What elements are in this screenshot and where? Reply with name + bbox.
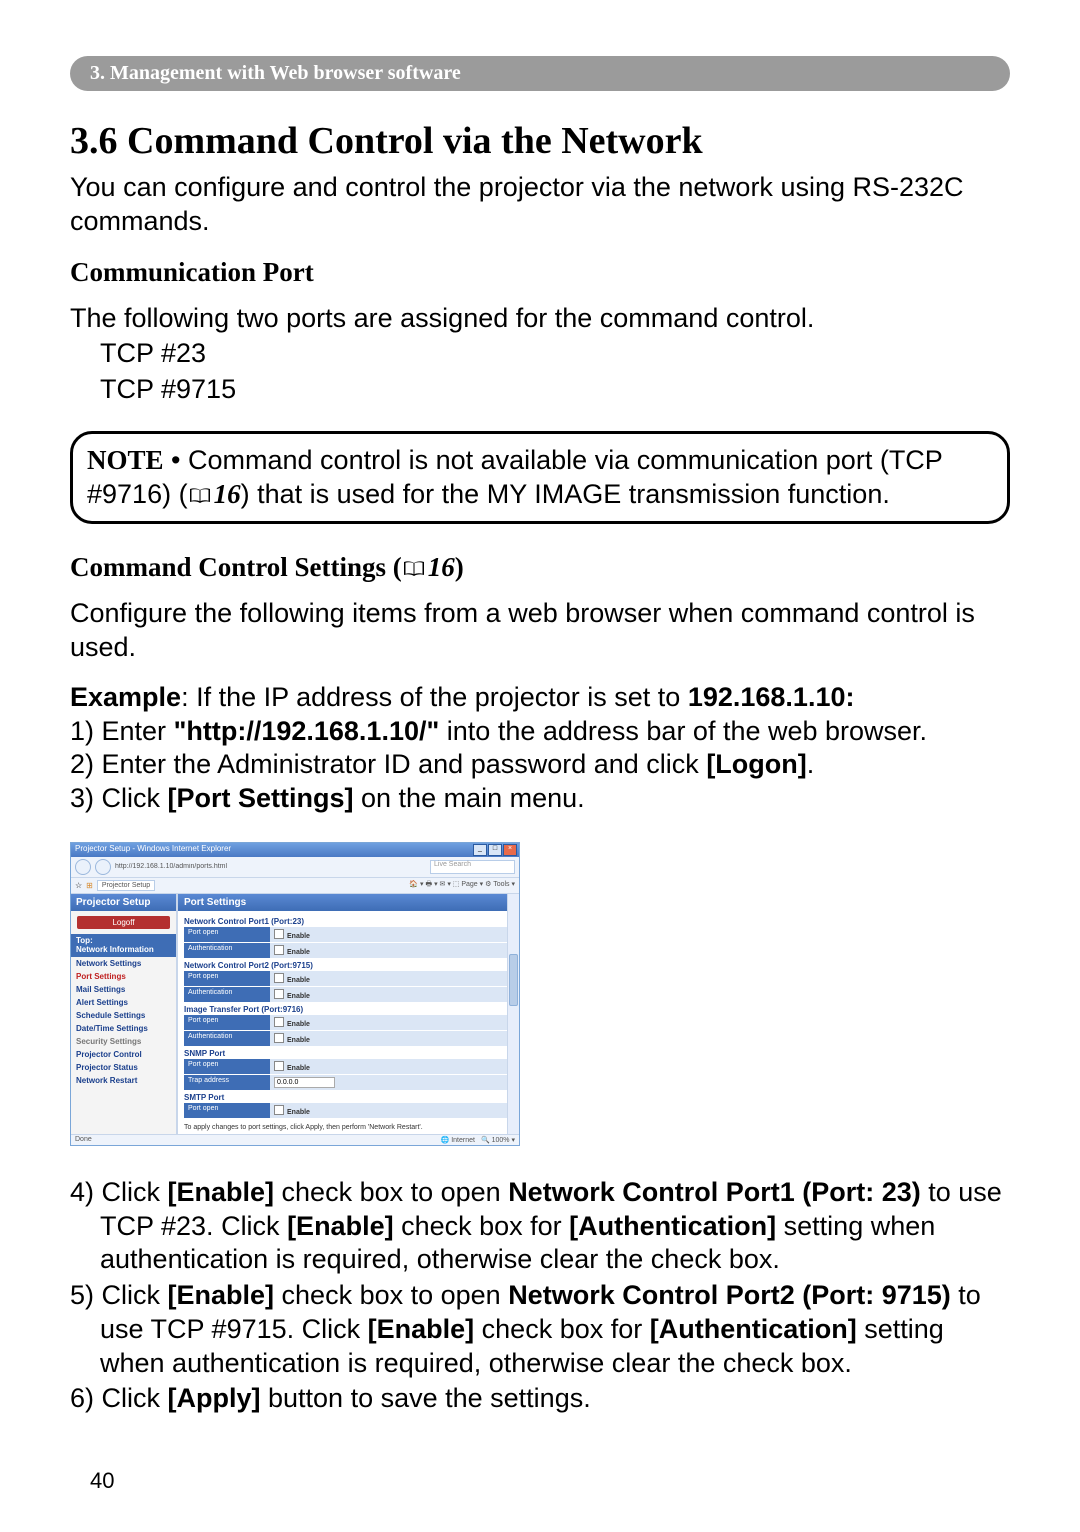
snmp-trap-address-input[interactable]: [274, 1077, 335, 1088]
nc2-port-open-row: Port openEnable: [184, 971, 513, 986]
section-title: 3.6 Command Control via the Network: [70, 119, 1010, 163]
section-smtp-heading: SMTP Port: [184, 1093, 513, 1102]
step-2: 2) Enter the Administrator ID and passwo…: [70, 748, 1010, 782]
forward-button[interactable]: [95, 859, 111, 875]
toolbar-right[interactable]: 🏠 ▾ 🖶 ▾ ✉ ▾ ⬚ Page ▾ ⚙ Tools ▾: [409, 880, 515, 891]
sidebar-link-alert-settings[interactable]: Alert Settings: [71, 996, 176, 1009]
status-zoom[interactable]: 🔍 100% ▾: [481, 1136, 515, 1144]
back-button[interactable]: [75, 859, 91, 875]
nc1-auth-row: AuthenticationEnable: [184, 943, 513, 958]
intro-text: You can configure and control the projec…: [70, 171, 1010, 239]
step-1: 1) Enter "http://192.168.1.10/" into the…: [70, 715, 1010, 749]
example-text: : If the IP address of the projector is …: [181, 682, 688, 712]
sidebar-link-mail-settings[interactable]: Mail Settings: [71, 983, 176, 996]
sidebar-link-security-settings[interactable]: Security Settings: [71, 1035, 176, 1048]
sidebar-link-projector-status[interactable]: Projector Status: [71, 1061, 176, 1074]
window-title-text: Projector Setup - Windows Internet Explo…: [75, 844, 231, 853]
command-settings-ref: 16: [428, 552, 455, 582]
note-page-ref: 16: [214, 479, 241, 509]
apply-hint: To apply changes to port settings, click…: [178, 1122, 519, 1133]
command-settings-intro: Configure the following items from a web…: [70, 597, 1010, 665]
nc2-auth-row: AuthenticationEnable: [184, 987, 513, 1002]
feeds-icon[interactable]: ⊞: [86, 881, 93, 890]
favorites-icon[interactable]: ☆: [75, 881, 82, 890]
sidebar-link-datetime-settings[interactable]: Date/Time Settings: [71, 1022, 176, 1035]
nc2-auth-checkbox[interactable]: [274, 989, 284, 999]
communication-port-text: The following two ports are assigned for…: [70, 302, 1010, 336]
example-line: Example: If the IP address of the projec…: [70, 681, 1010, 715]
port-settings-screenshot: Projector Setup - Windows Internet Explo…: [70, 842, 1010, 1146]
window-title-bar: Projector Setup - Windows Internet Explo…: [71, 843, 519, 857]
section-nc2-heading: Network Control Port2 (Port:9715): [184, 961, 513, 970]
sidebar-link-port-settings[interactable]: Port Settings: [71, 970, 176, 983]
snmp-trap-row: Trap address: [184, 1075, 513, 1090]
browser-tab[interactable]: Projector Setup: [97, 880, 155, 891]
main-panel: Port Settings Network Control Port1 (Por…: [176, 894, 519, 1134]
book-icon: [402, 560, 426, 578]
sidebar-link-schedule-settings[interactable]: Schedule Settings: [71, 1009, 176, 1022]
note-text-2: ) that is used for the MY IMAGE transmis…: [241, 479, 890, 509]
step-4: 4) Click [Enable] check box to open Netw…: [70, 1176, 1010, 1277]
sidebar-header: Projector Setup: [71, 894, 176, 911]
nc1-auth-checkbox[interactable]: [274, 945, 284, 955]
status-internet: 🌐 Internet: [441, 1136, 475, 1144]
address-bar[interactable]: http://192.168.1.10/admin/ports.html: [115, 863, 426, 870]
note-bullet: •: [164, 445, 188, 475]
step-3: 3) Click [Port Settings] on the main men…: [70, 782, 1010, 816]
itp-port-open-row: Port openEnable: [184, 1015, 513, 1030]
minimize-button[interactable]: _: [473, 844, 487, 856]
main-header: Port Settings: [178, 894, 519, 911]
example-ip: 192.168.1.10:: [688, 682, 855, 712]
command-settings-heading: Command Control Settings ( 16): [70, 552, 1010, 583]
sidebar-top-block[interactable]: Top: Network Information: [71, 934, 176, 957]
port-line-2: TCP #9715: [70, 373, 1010, 407]
example-label: Example: [70, 682, 181, 712]
snmp-port-open-row: Port openEnable: [184, 1059, 513, 1074]
scrollbar[interactable]: [507, 894, 519, 1134]
itp-auth-row: AuthenticationEnable: [184, 1031, 513, 1046]
sidebar-link-network-settings[interactable]: Network Settings: [71, 957, 176, 970]
smtp-port-open-row: Port openEnable: [184, 1103, 513, 1118]
maximize-button[interactable]: □: [488, 844, 502, 856]
note-box: NOTE • Command control is not available …: [70, 431, 1010, 525]
nc1-port-open-row: Port openEnable: [184, 927, 513, 942]
nc2-port-open-checkbox[interactable]: [274, 973, 284, 983]
sidebar-link-projector-control[interactable]: Projector Control: [71, 1048, 176, 1061]
section-itp-heading: Image Transfer Port (Port:9716): [184, 1005, 513, 1014]
status-left: Done: [75, 1136, 92, 1144]
snmp-port-open-checkbox[interactable]: [274, 1061, 284, 1071]
communication-port-heading: Communication Port: [70, 257, 1010, 288]
note-label: NOTE: [87, 445, 164, 475]
itp-port-open-checkbox[interactable]: [274, 1017, 284, 1027]
section-snmp-heading: SNMP Port: [184, 1049, 513, 1058]
command-settings-heading-text: Command Control Settings (: [70, 552, 402, 582]
section-nc1-heading: Network Control Port1 (Port:23): [184, 917, 513, 926]
port-line-1: TCP #23: [70, 337, 1010, 371]
book-icon: [188, 487, 212, 505]
command-settings-heading-close: ): [455, 552, 464, 582]
smtp-port-open-checkbox[interactable]: [274, 1105, 284, 1115]
itp-auth-checkbox[interactable]: [274, 1033, 284, 1043]
nc1-port-open-checkbox[interactable]: [274, 929, 284, 939]
sidebar-link-network-restart[interactable]: Network Restart: [71, 1074, 176, 1087]
sidebar: Projector Setup Logoff Top: Network Info…: [71, 894, 176, 1134]
close-button[interactable]: ×: [503, 844, 517, 856]
logoff-button[interactable]: Logoff: [77, 916, 170, 929]
step-5: 5) Click [Enable] check box to open Netw…: [70, 1279, 1010, 1380]
chapter-bar: 3. Management with Web browser software: [70, 56, 1010, 91]
page-number: 40: [90, 1468, 114, 1494]
search-box[interactable]: Live Search: [430, 860, 515, 874]
step-6: 6) Click [Apply] button to save the sett…: [70, 1382, 1010, 1416]
